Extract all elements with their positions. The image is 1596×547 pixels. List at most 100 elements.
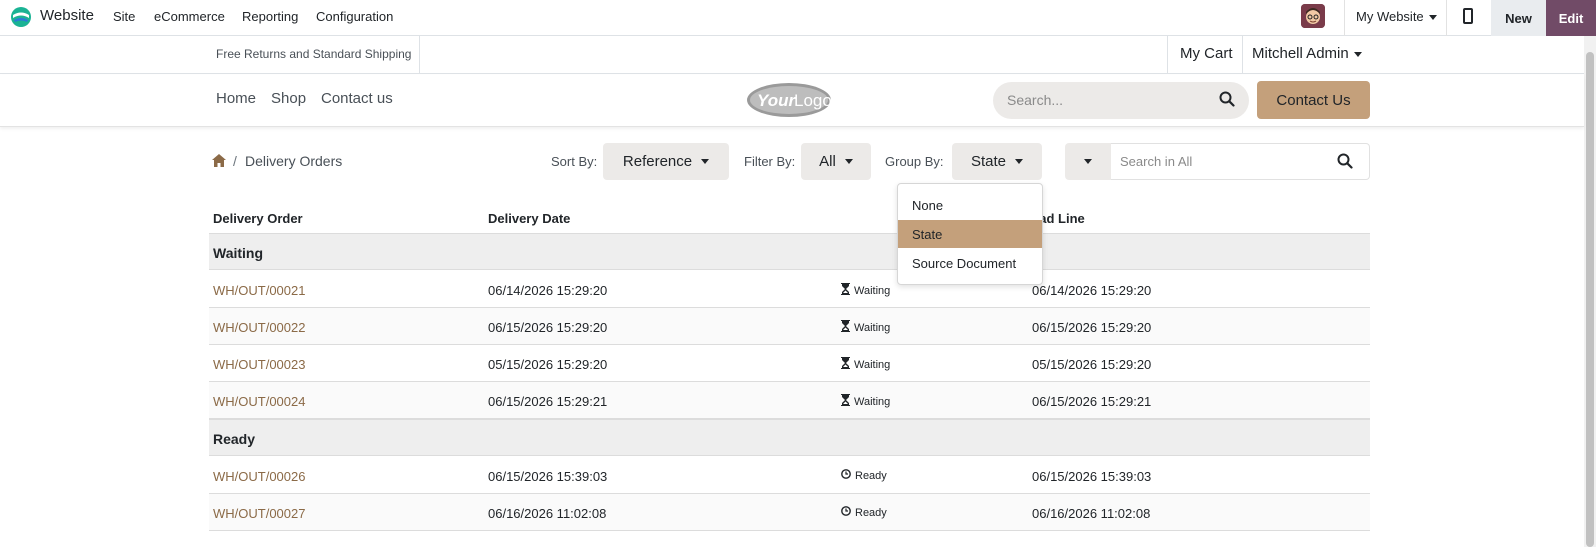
group-header-row[interactable]: Ready bbox=[209, 419, 1370, 456]
table-row[interactable]: WH/OUT/00023 05/15/2026 15:29:20 Waiting 05… bbox=[209, 345, 1370, 382]
website-app-icon[interactable] bbox=[10, 6, 32, 28]
website-topbar: Free Returns and Standard Shipping My Ca… bbox=[0, 36, 1584, 74]
delivery-order-link[interactable]: WH/OUT/00027 bbox=[213, 506, 305, 521]
state-badge: Waiting bbox=[841, 394, 890, 409]
breadcrumb-separator: / bbox=[233, 153, 237, 169]
navbar-divider bbox=[1344, 0, 1345, 36]
hourglass-icon bbox=[841, 320, 850, 335]
your-logo[interactable]: Your Logo bbox=[745, 81, 833, 119]
sort-dropdown[interactable]: Reference bbox=[603, 143, 729, 180]
hourglass-icon bbox=[841, 283, 850, 298]
group-option-none[interactable]: None bbox=[898, 191, 1042, 219]
contact-us-button[interactable]: Contact Us bbox=[1257, 81, 1370, 119]
hourglass-icon bbox=[841, 357, 850, 372]
deadline: 06/15/2026 15:39:03 bbox=[1032, 469, 1152, 484]
app-name[interactable]: Website bbox=[40, 7, 94, 24]
nav-shop[interactable]: Shop bbox=[271, 90, 306, 107]
svg-text:Your: Your bbox=[757, 91, 796, 110]
scrollbar-thumb[interactable] bbox=[1586, 52, 1594, 547]
deadline: 06/16/2026 11:02:08 bbox=[1032, 506, 1151, 521]
table-row[interactable]: WH/OUT/00022 06/15/2026 15:29:20 Waiting 06… bbox=[209, 308, 1370, 345]
deadline: 06/15/2026 15:29:20 bbox=[1032, 320, 1152, 335]
filter-label: Filter By: bbox=[744, 154, 796, 169]
group-header-label: Ready bbox=[213, 431, 256, 447]
state-label: Waiting bbox=[854, 395, 891, 408]
filter-dropdown[interactable]: All bbox=[801, 143, 871, 180]
group-value: State bbox=[970, 153, 1007, 170]
column-header-delivery-order[interactable]: Delivery Order bbox=[213, 211, 303, 226]
state-label: Waiting bbox=[854, 321, 891, 334]
delivery-date: 06/15/2026 15:29:20 bbox=[488, 320, 608, 335]
group-by-menu: None State Source Document bbox=[897, 183, 1043, 285]
menu-site[interactable]: Site bbox=[113, 9, 135, 24]
website-selector[interactable]: My Website bbox=[1356, 9, 1437, 24]
state-label: Ready bbox=[855, 469, 887, 482]
my-cart-link[interactable]: My Cart bbox=[1180, 45, 1233, 62]
chevron-down-icon bbox=[1353, 51, 1362, 57]
clock-icon bbox=[841, 506, 851, 519]
mobile-preview-icon[interactable] bbox=[1463, 8, 1473, 24]
order-search-input[interactable]: Search in All bbox=[1111, 143, 1370, 180]
menu-configuration[interactable]: Configuration bbox=[316, 9, 393, 24]
option-label: Source Document bbox=[912, 256, 1017, 271]
group-header-row[interactable]: Waiting bbox=[209, 233, 1370, 270]
state-label: Waiting bbox=[854, 358, 891, 371]
clock-icon bbox=[841, 469, 851, 482]
search-scope-dropdown[interactable] bbox=[1065, 143, 1111, 180]
hourglass-icon bbox=[841, 394, 850, 409]
order-search-placeholder: Search in All bbox=[1120, 154, 1193, 169]
delivery-date: 06/14/2026 15:29:20 bbox=[488, 283, 608, 298]
state-badge: Ready bbox=[841, 469, 887, 482]
table-row[interactable]: WH/OUT/00024 06/15/2026 15:29:21 Waiting 06… bbox=[209, 382, 1370, 419]
delivery-date: 06/15/2026 15:29:21 bbox=[488, 394, 608, 409]
website-selector-label: My Website bbox=[1356, 9, 1424, 24]
nav-contact-us[interactable]: Contact us bbox=[321, 90, 393, 107]
chevron-down-icon bbox=[1084, 159, 1092, 164]
deadline: 06/15/2026 15:29:21 bbox=[1032, 394, 1152, 409]
site-search-input[interactable]: Search... bbox=[993, 82, 1249, 119]
deadline: 05/15/2026 15:29:20 bbox=[1032, 357, 1152, 372]
table-row[interactable]: WH/OUT/00027 06/16/2026 11:02:08 Ready 06/1… bbox=[209, 494, 1370, 531]
home-icon[interactable] bbox=[212, 154, 226, 167]
delivery-order-link[interactable]: WH/OUT/00021 bbox=[213, 283, 305, 298]
sort-value: Reference bbox=[622, 153, 693, 170]
deadline: 06/14/2026 15:29:20 bbox=[1032, 283, 1152, 298]
search-icon[interactable] bbox=[1219, 91, 1235, 107]
menu-ecommerce[interactable]: eCommerce bbox=[154, 9, 225, 24]
group-option-state[interactable]: State bbox=[898, 220, 1042, 248]
svg-text:Logo: Logo bbox=[794, 91, 832, 110]
group-option-source-document[interactable]: Source Document bbox=[898, 249, 1042, 277]
state-badge: Waiting bbox=[841, 283, 890, 298]
delivery-order-link[interactable]: WH/OUT/00024 bbox=[213, 394, 305, 409]
new-button[interactable]: New bbox=[1491, 0, 1546, 36]
chevron-down-icon bbox=[1015, 159, 1024, 164]
group-label: Group By: bbox=[885, 154, 944, 169]
chevron-down-icon bbox=[1428, 15, 1437, 21]
edit-button[interactable]: Edit bbox=[1546, 0, 1596, 36]
state-badge: Waiting bbox=[841, 320, 890, 335]
group-dropdown[interactable]: State bbox=[952, 143, 1042, 180]
promo-text: Free Returns and Standard Shipping bbox=[216, 47, 412, 61]
topbar-divider bbox=[1167, 36, 1168, 73]
state-badge: Ready bbox=[841, 506, 887, 519]
delivery-order-link[interactable]: WH/OUT/00022 bbox=[213, 320, 305, 335]
filter-value: All bbox=[819, 153, 836, 170]
state-label: Ready bbox=[855, 506, 887, 519]
user-menu[interactable]: Mitchell Admin bbox=[1252, 45, 1362, 62]
delivery-date: 05/15/2026 15:29:20 bbox=[488, 357, 608, 372]
column-header-delivery-date[interactable]: Delivery Date bbox=[488, 211, 570, 226]
table-row[interactable]: WH/OUT/00026 06/15/2026 15:39:03 Ready 06/1… bbox=[209, 457, 1370, 494]
topbar-divider bbox=[419, 36, 420, 73]
menu-reporting[interactable]: Reporting bbox=[242, 9, 298, 24]
delivery-order-link[interactable]: WH/OUT/00026 bbox=[213, 469, 305, 484]
admin-navbar: Website Site eCommerce Reporting Configu… bbox=[0, 0, 1596, 36]
table-row[interactable]: WH/OUT/00021 06/14/2026 15:29:20 Waiting 06… bbox=[209, 271, 1370, 308]
user-avatar[interactable] bbox=[1301, 4, 1325, 28]
chevron-down-icon bbox=[844, 159, 853, 164]
nav-home[interactable]: Home bbox=[216, 90, 256, 107]
topbar-divider bbox=[1242, 36, 1243, 73]
delivery-order-link[interactable]: WH/OUT/00023 bbox=[213, 357, 305, 372]
search-icon[interactable] bbox=[1337, 153, 1353, 169]
delivery-date: 06/16/2026 11:02:08 bbox=[488, 506, 607, 521]
breadcrumb-current: Delivery Orders bbox=[245, 153, 343, 169]
